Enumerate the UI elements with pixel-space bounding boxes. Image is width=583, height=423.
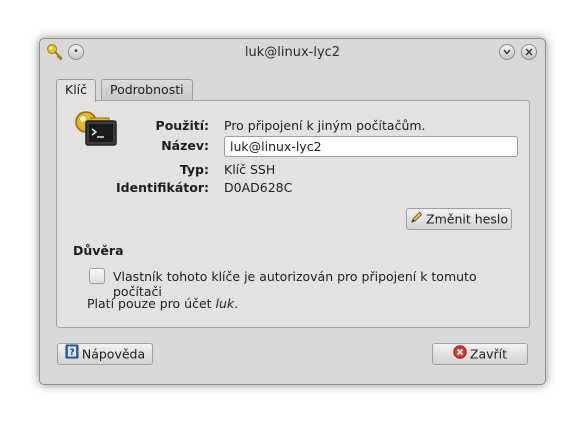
type-label: Typ: <box>179 162 209 177</box>
change-password-label: Změnit heslo <box>426 211 508 227</box>
help-book-icon: ? <box>65 344 79 365</box>
account-note-suffix: . <box>234 296 239 311</box>
account-note: Platí pouze pro účet luk. <box>87 296 238 311</box>
name-label: Název: <box>161 138 209 153</box>
chevron-down-icon[interactable] <box>499 44 515 60</box>
tab-details[interactable]: Podrobnosti <box>101 79 193 101</box>
close-icon[interactable] <box>521 44 537 60</box>
type-value: Klíč SSH <box>224 162 276 177</box>
close-label: Zavřít <box>469 346 508 362</box>
usage-value: Pro připojení k jiným počítačům. <box>224 118 426 133</box>
dialog-window: • luk@linux-lyc2 Klíč Podrobnosti Použit… <box>39 38 546 385</box>
usage-label: Použití: <box>155 118 209 133</box>
trust-section-title: Důvěra <box>73 243 124 258</box>
authorize-checkbox[interactable] <box>89 268 105 284</box>
pencil-icon <box>410 210 423 230</box>
identifier-label: Identifikátor: <box>116 180 209 195</box>
window-title: luk@linux-lyc2 <box>244 45 341 60</box>
svg-text:?: ? <box>69 348 74 358</box>
close-circle-icon <box>453 344 467 365</box>
account-note-prefix: Platí pouze pro účet <box>87 296 216 311</box>
tab-key[interactable]: Klíč <box>56 79 97 102</box>
close-button[interactable]: Zavřít <box>432 343 528 365</box>
account-note-account: luk <box>215 296 235 311</box>
help-label: Nápověda <box>81 346 146 362</box>
name-input[interactable] <box>224 136 518 157</box>
key-panel: Použití: Pro připojení k jiným počítačům… <box>56 100 530 328</box>
authorize-checkbox-label[interactable]: Vlastník tohoto klíče je autorizován pro… <box>113 269 529 299</box>
titlebar[interactable]: • luk@linux-lyc2 <box>40 39 545 67</box>
help-button[interactable]: ? Nápověda <box>57 343 153 365</box>
identifier-value: D0AD628C <box>224 180 293 195</box>
change-password-button[interactable]: Změnit heslo <box>406 208 512 230</box>
